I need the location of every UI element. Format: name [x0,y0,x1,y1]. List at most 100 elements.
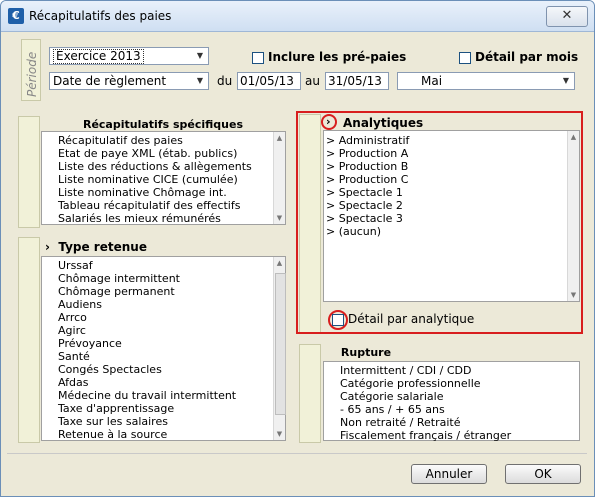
periode-tab: Période [21,39,41,101]
specifiques-tab [18,116,40,228]
list-item[interactable]: Taxe sur les salaires [58,415,268,428]
list-item[interactable]: Congés Spectacles [58,363,268,376]
list-item[interactable]: Tableau récapitulatif des effectifs [58,199,268,212]
arrow-right-icon: > [326,147,339,160]
analytiques-list[interactable]: > Administratif > Production A > Product… [323,130,580,302]
list-item[interactable]: Non retraité / Retraité [340,416,570,429]
exercice-value: Exercice 2013 [53,49,144,64]
list-item[interactable]: Liste des réductions & allègements [58,160,268,173]
list-item[interactable]: Catégorie salariale [340,390,570,403]
list-item-label: Production A [338,147,409,160]
list-item[interactable]: Liste nominative CICE (cumulée) [58,173,268,186]
specifiques-items[interactable]: Récapitulatif des paies Etat de paye XML… [58,134,268,225]
scroll-thumb[interactable] [275,273,286,415]
list-item-label: Spectacle 2 [338,199,403,212]
chevron-down-icon: ▼ [196,76,204,85]
chevron-right-icon: › [45,240,50,254]
list-item[interactable]: Intermittent / CDI / CDD [340,364,570,377]
rupture-list[interactable]: Intermittent / CDI / CDD Catégorie profe… [323,361,580,442]
list-item[interactable]: > (aucun) [326,225,556,238]
list-item[interactable]: Catégorie professionnelle [340,377,570,390]
analytiques-scrollbar[interactable]: ▲ ▼ [567,131,579,301]
list-item[interactable]: Chômage intermittent [58,272,268,285]
specifiques-title: Récapitulatifs spécifiques [82,118,244,131]
specifiques-scrollbar[interactable]: ▲ ▼ [273,132,285,224]
list-item[interactable]: Fiscalement français / étranger [340,429,570,442]
arrow-right-icon: > [326,160,339,173]
month-select[interactable]: Mai ▼ [397,72,575,90]
detail-mois-checkbox[interactable] [459,52,471,64]
arrow-right-icon: > [326,186,339,199]
rupture-items[interactable]: Intermittent / CDI / CDD Catégorie profe… [340,364,570,442]
list-item[interactable]: > Administratif [326,134,556,147]
list-item-label: (aucun) [338,225,382,238]
detail-analytique-checkbox[interactable] [332,314,344,326]
month-value: Mai [421,74,443,88]
arrow-right-icon: > [326,173,339,186]
type-retenue-scrollbar[interactable]: ▲ ▼ [273,257,286,440]
list-item[interactable]: Retenue à la source [58,428,268,441]
list-item[interactable]: Taxe d'apprentissage [58,402,268,415]
list-item[interactable]: > Production A [326,147,556,160]
scroll-up-icon[interactable]: ▲ [274,132,285,144]
list-item[interactable]: Arrco [58,311,268,324]
date-type-value: Date de règlement [53,74,167,88]
scroll-up-icon[interactable]: ▲ [274,257,285,269]
list-item-label: Administratif [338,134,410,147]
list-item[interactable]: Médecine du travail intermittent [58,389,268,402]
list-item-label: Spectacle 1 [338,186,403,199]
chevron-right-icon[interactable]: › [326,115,331,128]
list-item[interactable]: Afdas [58,376,268,389]
list-item[interactable]: Santé [58,350,268,363]
list-item[interactable]: > Production C [326,173,556,186]
au-label: au [305,74,320,88]
detail-analytique-label: Détail par analytique [348,312,475,326]
rupture-title: Rupture [340,346,392,359]
app-euro-icon: € [8,8,24,24]
ok-button[interactable]: OK [505,464,581,484]
list-item-label: Spectacle 3 [338,212,403,225]
du-label: du [217,74,233,88]
list-item[interactable]: > Spectacle 2 [326,199,556,212]
list-item[interactable]: Chômage permanent [58,285,268,298]
list-item[interactable]: - 65 ans / + 65 ans [340,403,570,416]
arrow-right-icon: > [326,134,339,147]
scroll-up-icon[interactable]: ▲ [568,131,579,143]
list-item[interactable]: > Spectacle 3 [326,212,556,225]
scroll-down-icon[interactable]: ▼ [274,428,285,440]
window-title: Récapitulatifs des paies [29,9,172,23]
date-type-select[interactable]: Date de règlement ▼ [49,72,209,90]
inclure-prepaies-label: Inclure les pré-paies [268,50,407,64]
cancel-button[interactable]: Annuler [411,464,487,484]
type-retenue-title-text: Type retenue [58,240,147,254]
rupture-tab [299,344,321,443]
close-button[interactable]: ✕ [546,6,588,27]
list-item[interactable]: Liste nominative Chômage int. [58,186,268,199]
list-item[interactable]: Etat de paye XML (étab. publics) [58,147,268,160]
list-item[interactable]: Salariés les mieux rémunérés [58,212,268,225]
type-retenue-tab [18,237,40,443]
list-item[interactable]: Prévoyance [58,337,268,350]
scroll-down-icon[interactable]: ▼ [274,212,285,224]
date-to-input[interactable]: 31/05/13 [325,72,389,90]
specifiques-list[interactable]: Récapitulatif des paies Etat de paye XML… [41,131,286,225]
list-item[interactable]: Agirc [58,324,268,337]
periode-label: Période [25,51,39,97]
analytiques-items[interactable]: > Administratif > Production A > Product… [326,134,556,238]
list-item[interactable]: Urssaf [58,259,268,272]
detail-mois-label: Détail par mois [475,50,579,64]
inclure-prepaies-checkbox[interactable] [252,52,264,64]
dialog-window: € Récapitulatifs des paies ✕ Période Exe… [0,0,595,497]
list-item[interactable]: Récapitulatif des paies [58,134,268,147]
type-retenue-list[interactable]: Urssaf Chômage intermittent Chômage perm… [41,256,286,441]
list-item[interactable]: > Production B [326,160,556,173]
scroll-down-icon[interactable]: ▼ [568,289,579,301]
list-item[interactable]: > Spectacle 1 [326,186,556,199]
list-item[interactable]: Audiens [58,298,268,311]
type-retenue-items[interactable]: Urssaf Chômage intermittent Chômage perm… [58,259,268,441]
exercice-select[interactable]: Exercice 2013 ▼ [49,47,209,65]
type-retenue-title: › Type retenue [45,240,147,254]
footer-separator [7,453,587,454]
date-from-input[interactable]: 01/05/13 [237,72,301,90]
arrow-right-icon: > [326,225,339,238]
